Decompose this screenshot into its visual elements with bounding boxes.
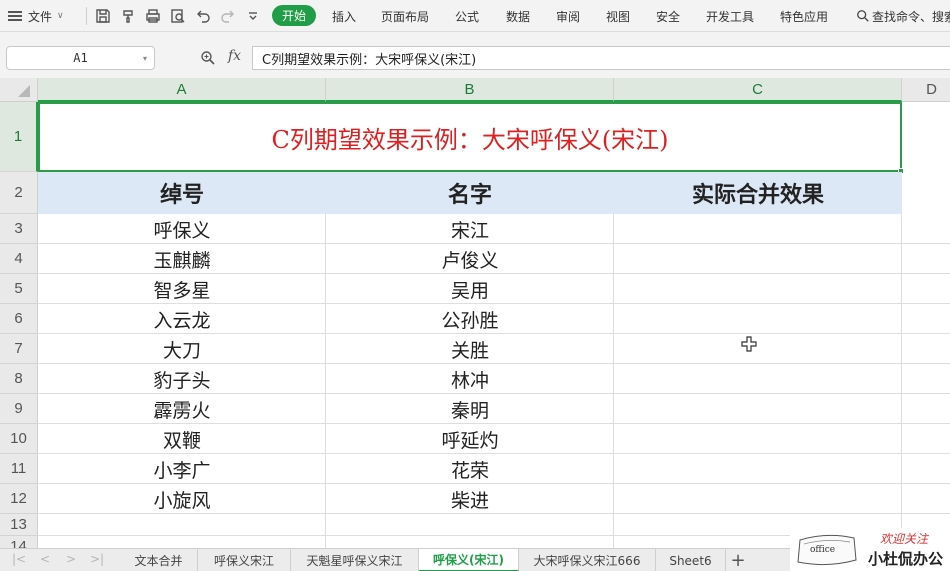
row-header-14[interactable]: 14: [0, 536, 38, 548]
add-sheet-button[interactable]: +: [730, 549, 746, 571]
cell-a7[interactable]: 大刀: [38, 334, 326, 364]
prev-sheet-icon[interactable]: <: [40, 552, 50, 566]
header-cell-nickname[interactable]: 绰号: [38, 172, 326, 214]
tab-special-apps[interactable]: 特色应用: [780, 0, 828, 32]
save-icon[interactable]: [94, 7, 112, 25]
name-box-dropdown-icon[interactable]: ▾: [143, 54, 147, 63]
print-icon[interactable]: [144, 7, 162, 25]
row-header-1[interactable]: 1: [0, 102, 38, 172]
row-header-11[interactable]: 11: [0, 454, 38, 484]
cell-b4[interactable]: 卢俊义: [326, 244, 614, 274]
cell-a10[interactable]: 双鞭: [38, 424, 326, 454]
office-logo-icon: office: [797, 534, 857, 566]
tab-data[interactable]: 数据: [506, 0, 530, 32]
cell-b12[interactable]: 柴进: [326, 484, 614, 514]
row-header-13[interactable]: 13: [0, 514, 38, 536]
row-header-10[interactable]: 10: [0, 424, 38, 454]
cell-a3[interactable]: 呼保义: [38, 214, 326, 244]
column-header-d[interactable]: D: [902, 78, 950, 102]
customize-toolbar-icon[interactable]: [244, 7, 262, 25]
cell-a6[interactable]: 入云龙: [38, 304, 326, 334]
cell-a8[interactable]: 豹子头: [38, 364, 326, 394]
print-preview-icon[interactable]: [169, 7, 187, 25]
cell-b5[interactable]: 吴用: [326, 274, 614, 304]
chevron-down-icon: ∨: [57, 11, 64, 21]
cell-select-cursor-icon: [741, 336, 757, 352]
tab-security[interactable]: 安全: [656, 0, 680, 32]
zoom-icon[interactable]: [200, 50, 216, 66]
tab-formulas[interactable]: 公式: [455, 0, 479, 32]
cell-b11[interactable]: 花荣: [326, 454, 614, 484]
header-cell-name[interactable]: 名字: [326, 172, 614, 214]
cell-b8[interactable]: 林冲: [326, 364, 614, 394]
quick-access-toolbar: [94, 0, 262, 32]
insert-function-icon[interactable]: fx: [228, 48, 241, 64]
header-cell-merged-result[interactable]: 实际合并效果: [614, 172, 902, 214]
tab-start[interactable]: 开始: [272, 5, 316, 26]
tab-insert[interactable]: 插入: [332, 0, 356, 32]
row-header-6[interactable]: 6: [0, 304, 38, 334]
select-all-triangle-icon: [18, 85, 30, 97]
column-header-c[interactable]: C: [614, 78, 902, 102]
row-header-9[interactable]: 9: [0, 394, 38, 424]
sheet-tab-4[interactable]: 呼保义(宋江): [419, 549, 519, 571]
file-menu-label: 文件: [28, 9, 53, 24]
tab-review[interactable]: 审阅: [556, 0, 580, 32]
last-sheet-icon[interactable]: >|: [90, 552, 104, 566]
select-all-corner[interactable]: [0, 78, 38, 102]
row-header-2[interactable]: 2: [0, 172, 38, 214]
row-header-5[interactable]: 5: [0, 274, 38, 304]
cell-b10[interactable]: 呼延灼: [326, 424, 614, 454]
row-header-3[interactable]: 3: [0, 214, 38, 244]
tab-page-layout[interactable]: 页面布局: [381, 0, 429, 32]
cell-b9[interactable]: 秦明: [326, 394, 614, 424]
hamburger-icon: [8, 11, 22, 21]
name-box[interactable]: A1: [6, 46, 155, 70]
first-sheet-icon[interactable]: |<: [12, 552, 26, 566]
menu-bar: 文件 ∨ 开始 插入 页面布局 公式 数据 审阅 视图 安全 开发工具 特色应用…: [0, 0, 950, 32]
command-search-label: 查找命令、搜索: [872, 9, 950, 24]
file-menu[interactable]: 文件 ∨: [8, 0, 64, 32]
tab-view[interactable]: 视图: [606, 0, 630, 32]
formula-input[interactable]: C列期望效果示例：大宋呼保义(宋江): [252, 46, 950, 70]
cell-a5[interactable]: 智多星: [38, 274, 326, 304]
undo-icon[interactable]: [194, 7, 212, 25]
spreadsheet-grid: A B C D 1 2 3 4 5 6 7 8 9 10 11 12 13 14…: [0, 78, 950, 548]
cell-b7[interactable]: 关胜: [326, 334, 614, 364]
cell-a9[interactable]: 霹雳火: [38, 394, 326, 424]
formula-bar: A1 ▾ fx C列期望效果示例：大宋呼保义(宋江): [0, 32, 950, 78]
search-icon: [857, 10, 869, 22]
sheet-tab-3[interactable]: 天魁星呼保义宋江: [291, 549, 419, 571]
title-text: C列期望效果示例：大宋呼保义(宋江): [271, 125, 669, 154]
cell-b6[interactable]: 公孙胜: [326, 304, 614, 334]
cell-a4[interactable]: 玉麒麟: [38, 244, 326, 274]
sheet-tab-6[interactable]: Sheet6: [656, 549, 726, 571]
office-logo-text: office: [810, 545, 835, 555]
format-painter-icon[interactable]: [119, 7, 137, 25]
cell-b3[interactable]: 宋江: [326, 214, 614, 244]
sheet-tab-1[interactable]: 文本合并: [120, 549, 198, 571]
cell-a12[interactable]: 小旋风: [38, 484, 326, 514]
cell-a11[interactable]: 小李广: [38, 454, 326, 484]
row-header-4[interactable]: 4: [0, 244, 38, 274]
row-header-7[interactable]: 7: [0, 334, 38, 364]
column-header-b[interactable]: B: [326, 78, 614, 102]
watermark-tagline: 欢迎关注: [880, 532, 929, 546]
command-search[interactable]: 查找命令、搜索: [856, 0, 950, 32]
redo-icon[interactable]: [219, 7, 237, 25]
tab-developer[interactable]: 开发工具: [706, 0, 754, 32]
next-sheet-icon[interactable]: >: [66, 552, 76, 566]
merged-title-cell[interactable]: C列期望效果示例：大宋呼保义(宋江): [38, 102, 904, 174]
toolbar-divider: [86, 7, 87, 25]
sheet-tab-5[interactable]: 大宋呼保义宋江666: [519, 549, 656, 571]
row-header-12[interactable]: 12: [0, 484, 38, 514]
column-header-a[interactable]: A: [38, 78, 326, 102]
watermark-name: 小杜侃办公: [868, 550, 944, 568]
sheet-tab-2[interactable]: 呼保义宋江: [198, 549, 291, 571]
row-header-8[interactable]: 8: [0, 364, 38, 394]
